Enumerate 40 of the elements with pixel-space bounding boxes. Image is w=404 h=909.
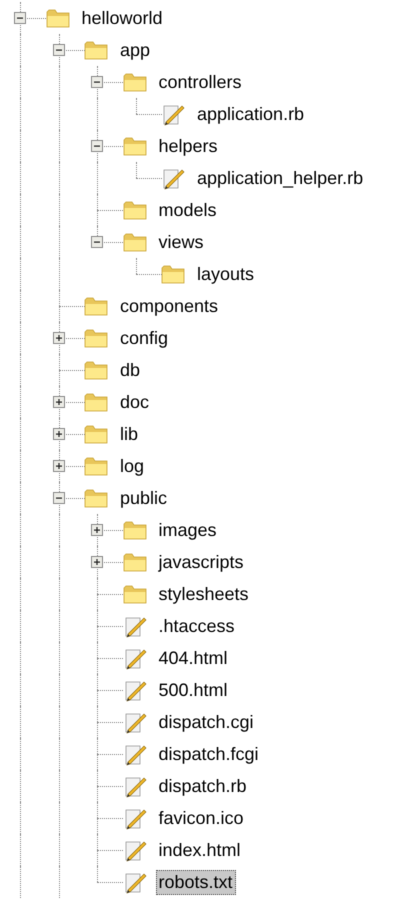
tree-item[interactable]: public xyxy=(117,486,170,510)
tree-item[interactable]: log xyxy=(117,454,148,478)
tree-item[interactable]: 404.html xyxy=(156,646,231,670)
tree-item[interactable]: helpers xyxy=(156,134,221,158)
tree-item[interactable]: .htaccess xyxy=(156,614,238,638)
expand-icon[interactable] xyxy=(52,396,64,408)
tree-item[interactable]: index.html xyxy=(156,838,244,862)
tree-item[interactable]: application.rb xyxy=(194,102,308,126)
tree-item[interactable]: doc xyxy=(117,390,152,414)
collapse-icon[interactable] xyxy=(91,140,103,152)
tree-item[interactable]: dispatch.rb xyxy=(156,774,250,798)
collapse-icon[interactable] xyxy=(52,492,64,504)
tree-item[interactable]: images xyxy=(156,518,220,542)
expand-icon[interactable] xyxy=(52,460,64,472)
tree-item[interactable]: stylesheets xyxy=(156,582,252,606)
expand-icon[interactable] xyxy=(91,524,103,536)
tree-item[interactable]: lib xyxy=(117,422,142,446)
tree-item[interactable]: layouts xyxy=(194,262,258,286)
tree-item[interactable]: controllers xyxy=(156,70,245,94)
tree-item[interactable]: robots.txt xyxy=(156,870,236,894)
tree-item[interactable]: 500.html xyxy=(156,678,231,702)
tree-item[interactable]: dispatch.cgi xyxy=(156,710,257,734)
tree-item[interactable]: application_helper.rb xyxy=(194,166,366,190)
tree-item[interactable]: db xyxy=(117,358,144,382)
tree-item[interactable]: components xyxy=(117,294,222,318)
tree-item[interactable]: javascripts xyxy=(156,550,247,574)
tree-item[interactable]: config xyxy=(117,326,172,350)
expand-icon[interactable] xyxy=(91,556,103,568)
collapse-icon[interactable] xyxy=(91,236,103,248)
collapse-icon[interactable] xyxy=(91,76,103,88)
tree-item[interactable]: helloworld xyxy=(78,6,166,30)
expand-icon[interactable] xyxy=(52,428,64,440)
collapse-icon[interactable] xyxy=(52,44,64,56)
tree-item[interactable]: favicon.ico xyxy=(156,806,247,830)
tree-item[interactable]: app xyxy=(117,38,154,62)
tree-item[interactable]: dispatch.fcgi xyxy=(156,742,262,766)
expand-icon[interactable] xyxy=(52,332,64,344)
tree-item[interactable]: models xyxy=(156,198,220,222)
tree-item[interactable]: views xyxy=(156,230,207,254)
collapse-icon[interactable] xyxy=(14,12,26,24)
